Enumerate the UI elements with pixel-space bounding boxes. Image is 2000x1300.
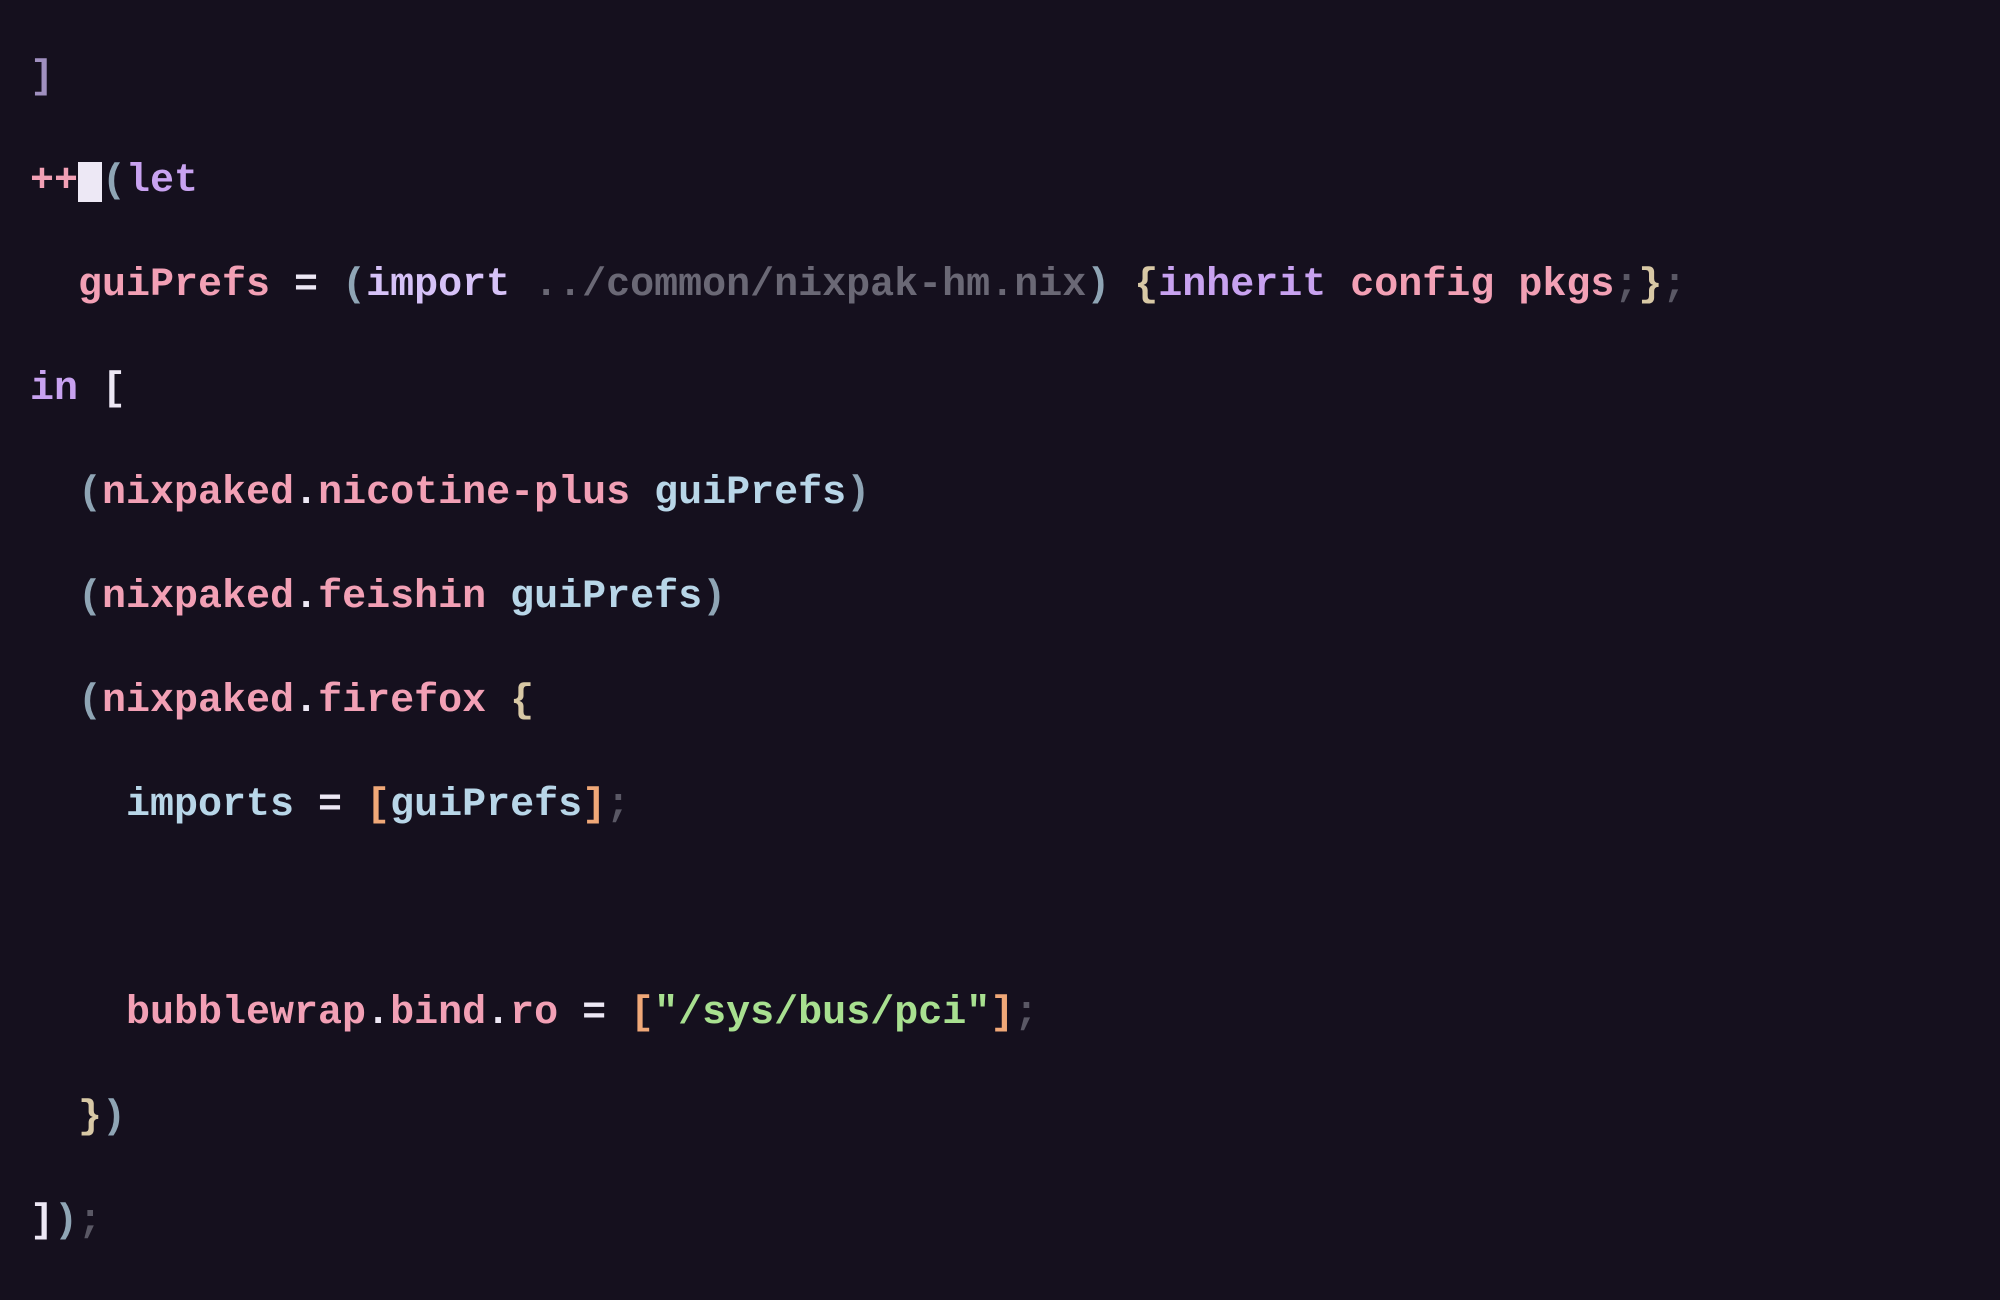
path-literal: ../common/nixpak-hm.nix [510, 263, 1086, 308]
paren-open: ( [78, 679, 102, 724]
identifier-nixpaked: nixpaked [102, 471, 294, 516]
semicolon: ; [78, 1199, 102, 1244]
paren-close: ) [846, 471, 870, 516]
bracket-close: ] [30, 1199, 54, 1244]
paren-open: ( [102, 159, 126, 204]
code-editor[interactable]: ] ++(let guiPrefs = (import ../common/ni… [0, 0, 2000, 1300]
identifier-nixpaked: nixpaked [102, 575, 294, 620]
code-line-10: }) [30, 1092, 2000, 1144]
dot: . [294, 679, 318, 724]
code-line-11: ]); [30, 1196, 2000, 1248]
keyword-inherit: inherit [1158, 263, 1326, 308]
brace-close: } [1638, 263, 1662, 308]
keyword-let: let [126, 159, 198, 204]
identifier-config: config [1326, 263, 1494, 308]
bracket-close: ] [582, 783, 606, 828]
bracket-close: ] [990, 991, 1014, 1036]
identifier-nicotine-plus: nicotine-plus [318, 471, 630, 516]
paren-open: ( [342, 263, 366, 308]
code-line-8 [30, 884, 2000, 936]
identifier-feishin: feishin [318, 575, 486, 620]
operator-eq: = [558, 991, 630, 1036]
identifier-ro: ro [510, 991, 558, 1036]
paren-open: ( [78, 575, 102, 620]
identifier-guiPrefs-arg: guiPrefs [654, 471, 846, 516]
operator-plusplus: ++ [30, 159, 78, 204]
identifier-bubblewrap: bubblewrap [126, 991, 366, 1036]
code-line-7: imports = [guiPrefs]; [30, 780, 2000, 832]
paren-close: ) [54, 1199, 78, 1244]
dot: . [366, 991, 390, 1036]
bracket-close: ] [30, 55, 54, 100]
dot: . [294, 575, 318, 620]
bracket-open: [ [366, 783, 390, 828]
code-line-3: in [ [30, 364, 2000, 416]
code-line-6: (nixpaked.firefox { [30, 676, 2000, 728]
bracket-open: [ [78, 367, 126, 412]
paren-close: ) [702, 575, 726, 620]
identifier-firefox: firefox [318, 679, 486, 724]
keyword-in: in [30, 367, 78, 412]
code-line-2: guiPrefs = (import ../common/nixpak-hm.n… [30, 260, 2000, 312]
identifier-guiPrefs-arg: guiPrefs [510, 575, 702, 620]
semicolon: ; [1014, 991, 1038, 1036]
keyword-import: import [366, 263, 510, 308]
code-line-1: ++ (let [30, 156, 2000, 208]
cursor-icon [78, 162, 102, 202]
string-literal: "/sys/bus/pci" [654, 991, 990, 1036]
identifier-bind: bind [390, 991, 486, 1036]
brace-close: } [78, 1095, 102, 1140]
identifier-nixpaked: nixpaked [102, 679, 294, 724]
identifier-imports: imports [126, 783, 294, 828]
dot: . [294, 471, 318, 516]
identifier-guiPrefs-arg: guiPrefs [390, 783, 582, 828]
semicolon: ; [1662, 263, 1686, 308]
identifier-guiPrefs: guiPrefs [78, 263, 270, 308]
code-line-0: ] [30, 52, 2000, 104]
brace-open: { [510, 679, 534, 724]
operator-eq: = [270, 263, 342, 308]
dot: . [486, 991, 510, 1036]
paren-open: ( [78, 471, 102, 516]
code-line-4: (nixpaked.nicotine-plus guiPrefs) [30, 468, 2000, 520]
brace-open: { [1134, 263, 1158, 308]
bracket-open: [ [630, 991, 654, 1036]
semicolon: ; [1614, 263, 1638, 308]
code-line-5: (nixpaked.feishin guiPrefs) [30, 572, 2000, 624]
semicolon: ; [606, 783, 630, 828]
paren-close: ) [102, 1095, 126, 1140]
operator-eq: = [294, 783, 366, 828]
paren-close: ) [1086, 263, 1110, 308]
identifier-pkgs: pkgs [1494, 263, 1614, 308]
code-line-9: bubblewrap.bind.ro = ["/sys/bus/pci"]; [30, 988, 2000, 1040]
